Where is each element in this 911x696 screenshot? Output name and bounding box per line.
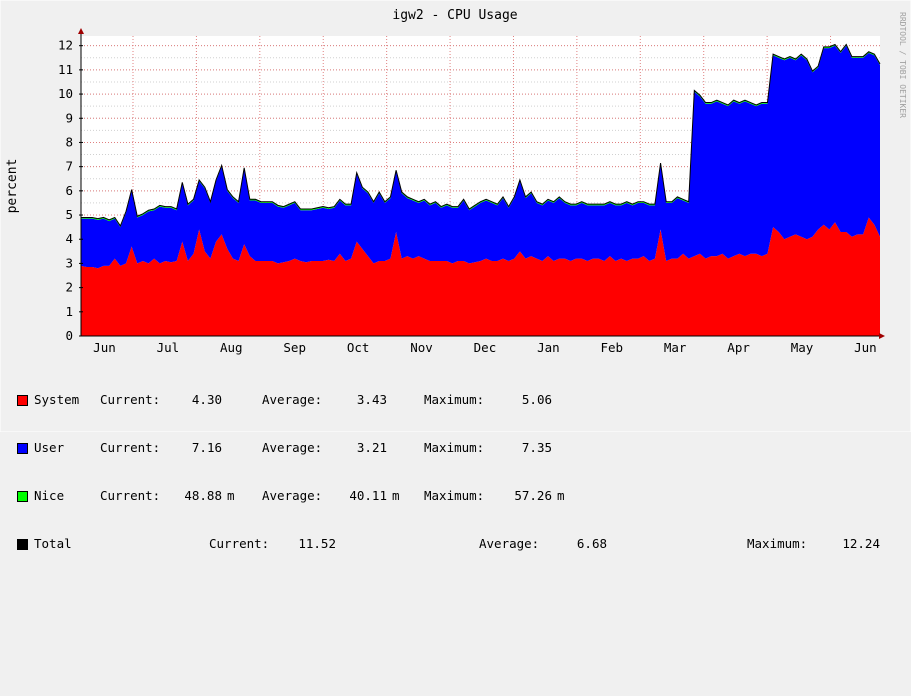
current-value: 7.16 [191,440,222,455]
y-tick-label: 7 [65,159,73,174]
y-tick-label: 3 [65,255,73,270]
maximum-value: 57.26 [514,488,552,503]
legend-name: Nice [34,488,65,503]
y-tick-label: 5 [65,207,73,222]
y-tick-label: 8 [65,134,73,149]
y-tick-label: 1 [65,304,73,319]
y-tick-label: 0 [65,328,73,343]
maximum-value: 7.35 [521,440,552,455]
x-tick-label: Jan [537,340,560,355]
current-value: 48.88 [184,488,222,503]
y-tick-label: 10 [58,86,73,101]
total-average-value: 6.68 [576,536,607,551]
x-tick-label: Jun [93,340,116,355]
average-value: 40.11 [349,488,387,503]
x-tick-label: Nov [410,340,433,355]
current-label: Current: [100,392,161,407]
legend-row-system: System Current: 4.30 Average: 3.43 Maxim… [17,392,552,408]
maximum-value: 5.06 [521,392,552,407]
y-tick-label: 9 [65,110,73,125]
average-unit: m [392,488,400,503]
total-current-value: 11.52 [298,536,336,551]
current-label: Current: [100,440,161,455]
current-unit: m [227,488,235,503]
y-tick-label: 11 [58,62,73,77]
x-tick-label: Jul [157,340,180,355]
average-label: Average: [262,488,323,503]
x-tick-label: Oct [347,340,370,355]
current-label: Current: [100,488,161,503]
x-tick-label: Mar [664,340,687,355]
y-tick-label: 12 [58,38,73,53]
maximum-label: Maximum: [424,488,485,503]
x-tick-label: Jun [854,340,877,355]
x-tick-label: Dec [474,340,497,355]
average-label: Average: [262,440,323,455]
x-tick-label: Aug [220,340,243,355]
legend-row-user: User Current: 7.16 Average: 3.21 Maximum… [17,440,552,456]
x-tick-label: Feb [600,340,623,355]
legend: System Current: 4.30 Average: 3.43 Maxim… [17,360,880,568]
chart-title: igw2 - CPU Usage [392,8,517,23]
maximum-unit: m [557,488,565,503]
average-value: 3.21 [356,440,387,455]
legend-name: User [34,440,65,455]
system-swatch-icon [17,395,28,406]
legend-row-total: Total Current: 11.52 Average: 6.68 Maxim… [17,536,880,552]
total-swatch-icon [17,539,28,550]
x-tick-label: Apr [727,340,750,355]
total-maximum-label: Maximum: [747,536,808,551]
maximum-label: Maximum: [424,392,485,407]
rrdtool-watermark: RRDTOOL / TOBI OETIKER [898,12,907,118]
nice-swatch-icon [17,491,28,502]
average-value: 3.43 [356,392,387,407]
total-maximum-value: 12.24 [842,536,880,551]
legend-row-nice: Nice Current: 48.88 m Average: 40.11 m M… [17,488,565,504]
total-current-label: Current: [209,536,270,551]
y-tick-label: 2 [65,280,73,295]
y-axis-label: percent [5,159,20,214]
legend-name: Total [34,536,72,551]
legend-name: System [34,392,80,407]
maximum-label: Maximum: [424,440,485,455]
y-tick-label: 6 [65,183,73,198]
x-tick-label: Sep [283,340,306,355]
x-tick-label: May [791,340,814,355]
average-label: Average: [262,392,323,407]
y-tick-label: 4 [65,231,73,246]
total-average-label: Average: [479,536,540,551]
cpu-usage-chart: igw2 - CPU Usage percent RRDTOOL / TOBI … [0,0,911,432]
current-value: 4.30 [191,392,222,407]
user-swatch-icon [17,443,28,454]
